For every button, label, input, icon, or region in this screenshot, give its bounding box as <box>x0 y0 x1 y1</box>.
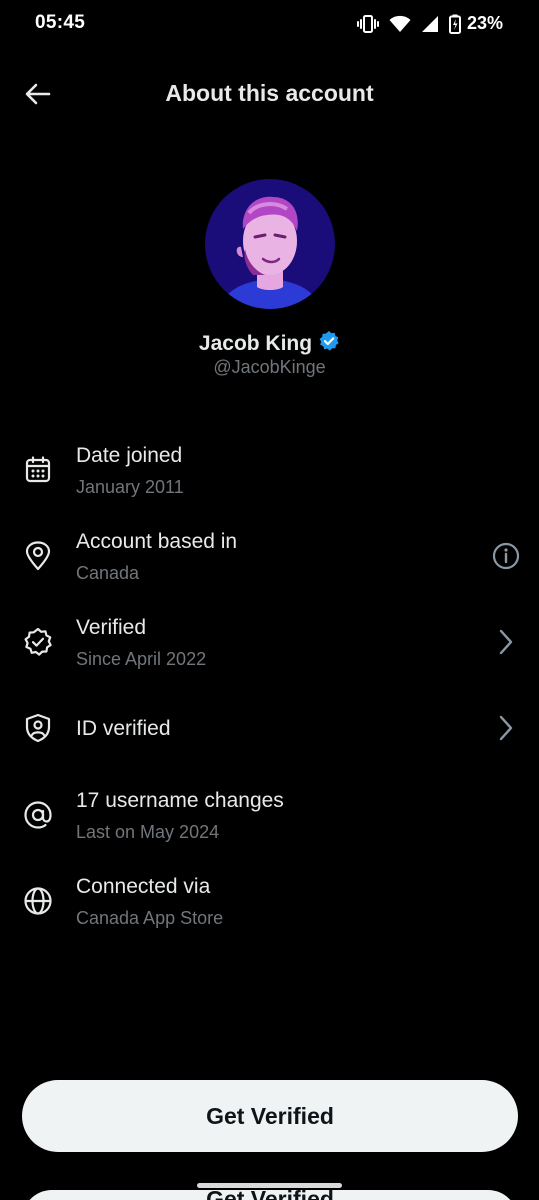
header: About this account <box>0 66 539 120</box>
at-sign-icon <box>22 799 54 831</box>
avatar[interactable] <box>205 179 335 309</box>
display-name: Jacob King <box>198 331 313 355</box>
chevron-right-icon <box>491 627 521 657</box>
row-account-based-in: Account based in Canada <box>0 526 539 606</box>
home-indicator[interactable] <box>197 1183 342 1188</box>
screen: 05:45 23% About this account Jacob King … <box>0 0 539 1200</box>
row-title: Date joined <box>76 444 183 467</box>
chevron-right-icon <box>491 713 521 743</box>
calendar-icon <box>22 454 54 486</box>
verified-badge-outline-icon <box>22 626 54 658</box>
globe-icon <box>22 885 54 917</box>
status-time: 05:45 <box>35 12 86 33</box>
location-pin-icon <box>22 540 54 572</box>
row-subtitle: Since April 2022 <box>76 649 207 669</box>
row-subtitle: January 2011 <box>76 477 184 497</box>
wifi-icon <box>389 15 411 33</box>
page-title: About this account <box>165 80 374 106</box>
signal-icon <box>421 15 439 33</box>
battery-percent: 23% <box>466 13 503 33</box>
row-title: 17 username changes <box>76 789 284 812</box>
verified-badge-icon <box>318 330 340 357</box>
row-title: Verified <box>76 616 147 639</box>
name-row: Jacob King <box>0 330 539 357</box>
status-icons: 23% <box>356 13 503 34</box>
row-connected-via: Connected via Canada App Store <box>0 871 539 951</box>
battery-charging-icon <box>448 14 461 34</box>
row-title: Account based in <box>76 530 238 553</box>
get-verified-label-duplicate: Get Verified <box>22 1190 518 1200</box>
info-icon[interactable] <box>491 541 521 571</box>
row-verified[interactable]: Verified Since April 2022 <box>0 612 539 692</box>
row-subtitle: Canada <box>76 563 140 583</box>
status-bar: 05:45 23% <box>0 0 539 48</box>
get-verified-button-duplicate[interactable]: Get Verified <box>22 1190 518 1200</box>
get-verified-button[interactable]: Get Verified <box>22 1080 518 1152</box>
vibrate-icon <box>356 14 379 34</box>
row-username-changes: 17 username changes Last on May 2024 <box>0 785 539 865</box>
user-handle: @JacobKinge <box>213 357 326 377</box>
row-id-verified[interactable]: ID verified <box>0 698 539 778</box>
id-shield-icon <box>22 712 54 744</box>
get-verified-label: Get Verified <box>206 1102 334 1129</box>
row-title: ID verified <box>76 717 171 740</box>
row-subtitle: Last on May 2024 <box>76 822 220 842</box>
row-title: Connected via <box>76 875 211 898</box>
row-date-joined: Date joined January 2011 <box>0 440 539 520</box>
row-subtitle: Canada App Store <box>76 908 224 928</box>
